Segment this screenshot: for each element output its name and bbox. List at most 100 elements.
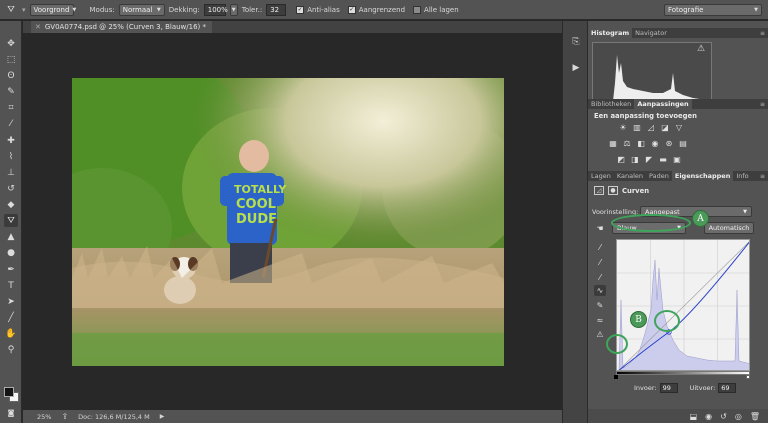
black-white-icon[interactable]: ◧	[636, 139, 646, 148]
threshold-icon[interactable]: ◤	[644, 155, 654, 164]
white-point-eyedropper-icon[interactable]: ⁄	[594, 272, 606, 283]
smooth-icon[interactable]: ≈	[594, 315, 606, 326]
gradient-map-icon[interactable]: ▬	[658, 155, 668, 164]
hue-saturation-icon[interactable]: ▦	[608, 139, 618, 148]
on-image-adjust-icon[interactable]: ☚	[594, 223, 606, 234]
line-tool-icon[interactable]: ╱	[4, 311, 18, 324]
tab-navigator[interactable]: Navigator	[632, 28, 670, 38]
healing-brush-tool-icon[interactable]: ✚	[4, 134, 18, 147]
tab-libraries[interactable]: Bibliotheken	[588, 99, 634, 109]
view-previous-icon[interactable]: ◉	[705, 412, 712, 421]
panel-menu-icon[interactable]: ≡	[760, 171, 768, 181]
input-label: Invoer:	[634, 384, 657, 392]
panel-menu-icon[interactable]: ≡	[760, 99, 768, 109]
tools-panel: ✥ ⬚ ʘ ✎ ⌗ ⁄ ✚ ⌇ ⊥ ↺ ◆ ⛛ ▲ ● ✒ T ➤ ╱ ✋ ⚲ …	[0, 21, 22, 423]
close-icon[interactable]: ✕	[35, 23, 41, 31]
path-select-tool-icon[interactable]: ➤	[4, 295, 18, 308]
black-point-eyedropper-icon[interactable]: ⁄	[594, 242, 606, 253]
tolerance-input[interactable]: 32	[266, 3, 287, 16]
share-icon[interactable]: ⇪	[61, 412, 68, 421]
document-tab[interactable]: ✕ GV0A0774.psd @ 25% (Curven 3, Blauw/16…	[31, 21, 213, 33]
actions-play-icon[interactable]: ▶	[569, 61, 583, 74]
reset-icon[interactable]: ↺	[720, 412, 727, 421]
marquee-tool-icon[interactable]: ⬚	[4, 53, 18, 66]
photo-canvas[interactable]: TOTALLY COOL DUDE	[72, 78, 504, 366]
fill-source-select[interactable]: Voorgrond ▼	[29, 3, 76, 16]
hand-tool-icon[interactable]: ✋	[4, 327, 18, 340]
curves-icon[interactable]: ◿	[646, 123, 656, 132]
chevron-right-icon[interactable]: ▶	[160, 413, 165, 420]
layer-mask-icon[interactable]: ●	[608, 186, 618, 195]
curves-graph[interactable]	[616, 239, 750, 371]
dodge-tool-icon[interactable]: ●	[4, 246, 18, 259]
output-field[interactable]: 69	[718, 383, 737, 393]
contiguous-checkbox[interactable]: ✓ Aangrenzend	[347, 5, 405, 14]
pencil-icon[interactable]: ✎	[594, 300, 606, 311]
brightness-icon[interactable]: ☀	[618, 123, 628, 132]
brush-tool-icon[interactable]: ⌇	[4, 150, 18, 163]
preset-picker-caret[interactable]: ▾	[22, 6, 26, 14]
all-layers-checkbox[interactable]: Alle lagen	[413, 5, 459, 14]
clip-to-layer-icon[interactable]: ⬓	[690, 412, 698, 421]
invert-icon[interactable]: ◩	[616, 155, 626, 164]
zoom-level[interactable]: 25%	[37, 413, 51, 421]
quick-mask-icon[interactable]: ◙	[4, 406, 18, 419]
delete-icon[interactable]: 🗑	[750, 412, 760, 421]
paint-bucket-icon[interactable]: ⛛	[4, 3, 18, 16]
visibility-icon[interactable]: ◎	[735, 412, 742, 421]
canvas-area[interactable]: TOTALLY COOL DUDE	[23, 33, 562, 410]
tab-paths[interactable]: Paden	[646, 171, 672, 181]
status-bar: 25% ⇪ Doc: 126,6 M/125,4 M ▶	[23, 410, 562, 423]
lasso-tool-icon[interactable]: ʘ	[4, 69, 18, 82]
blend-mode-select[interactable]: Normaal ▼	[118, 3, 165, 16]
posterize-icon[interactable]: ◨	[630, 155, 640, 164]
foreground-color-swatch[interactable]	[4, 387, 14, 397]
cache-warning-icon[interactable]: ⚠	[697, 44, 705, 54]
white-point-slider[interactable]	[746, 375, 750, 379]
color-balance-icon[interactable]: ⚖	[622, 139, 632, 148]
panel-menu-icon[interactable]: ≡	[760, 28, 768, 38]
gray-point-eyedropper-icon[interactable]: ⁄	[594, 257, 606, 268]
crop-tool-icon[interactable]: ⌗	[4, 101, 18, 114]
history-panel-icon[interactable]: ⎘	[569, 35, 583, 48]
eyedropper-tool-icon[interactable]: ⁄	[4, 117, 18, 130]
vibrance-icon[interactable]: ▽	[674, 123, 684, 132]
eraser-tool-icon[interactable]: ◆	[4, 198, 18, 211]
selective-color-icon[interactable]: ▣	[672, 155, 682, 164]
curve-edit-icon[interactable]: ∿	[594, 285, 606, 296]
channel-mixer-icon[interactable]: ⊛	[664, 139, 674, 148]
pen-tool-icon[interactable]: ✒	[4, 263, 18, 276]
mode-label: Modus:	[89, 5, 115, 14]
color-lookup-icon[interactable]: ▤	[678, 139, 688, 148]
chevron-down-icon: ▼	[743, 208, 747, 215]
blur-tool-icon[interactable]: ▲	[4, 230, 18, 243]
history-brush-tool-icon[interactable]: ↺	[4, 182, 18, 195]
tab-info[interactable]: Info	[733, 171, 751, 181]
quick-select-tool-icon[interactable]: ✎	[4, 85, 18, 98]
tab-properties[interactable]: Eigenschappen	[671, 171, 734, 181]
clipping-warning-icon[interactable]: ⚠	[594, 329, 606, 340]
svg-text:COOL: COOL	[236, 197, 276, 212]
zoom-tool-icon[interactable]: ⚲	[4, 343, 18, 356]
opacity-slider-button[interactable]: ▼	[229, 3, 238, 16]
workspace-select[interactable]: Fotografie ▼	[664, 4, 762, 16]
exposure-icon[interactable]: ◪	[660, 123, 670, 132]
all-layers-label: Alle lagen	[424, 5, 459, 14]
workspace-value: Fotografie	[668, 6, 704, 14]
input-field[interactable]: 99	[659, 383, 678, 393]
levels-icon[interactable]: ▥	[632, 123, 642, 132]
move-tool-icon[interactable]: ✥	[4, 37, 18, 50]
tab-adjustments[interactable]: Aanpassingen	[634, 99, 692, 109]
paint-bucket-tool-icon[interactable]: ⛛	[4, 214, 18, 227]
clone-stamp-tool-icon[interactable]: ⊥	[4, 166, 18, 179]
tab-layers[interactable]: Lagen	[588, 171, 614, 181]
type-tool-icon[interactable]: T	[4, 279, 18, 292]
opacity-input[interactable]: 100%	[203, 3, 228, 16]
photo-filter-icon[interactable]: ◉	[650, 139, 660, 148]
auto-button[interactable]: Automatisch	[704, 222, 754, 234]
black-point-slider[interactable]	[614, 375, 618, 379]
tab-channels[interactable]: Kanalen	[614, 171, 646, 181]
svg-text:TOTALLY: TOTALLY	[234, 183, 287, 196]
tab-histogram[interactable]: Histogram	[588, 28, 633, 38]
antialias-checkbox[interactable]: ✓ Anti-alias	[296, 5, 340, 14]
